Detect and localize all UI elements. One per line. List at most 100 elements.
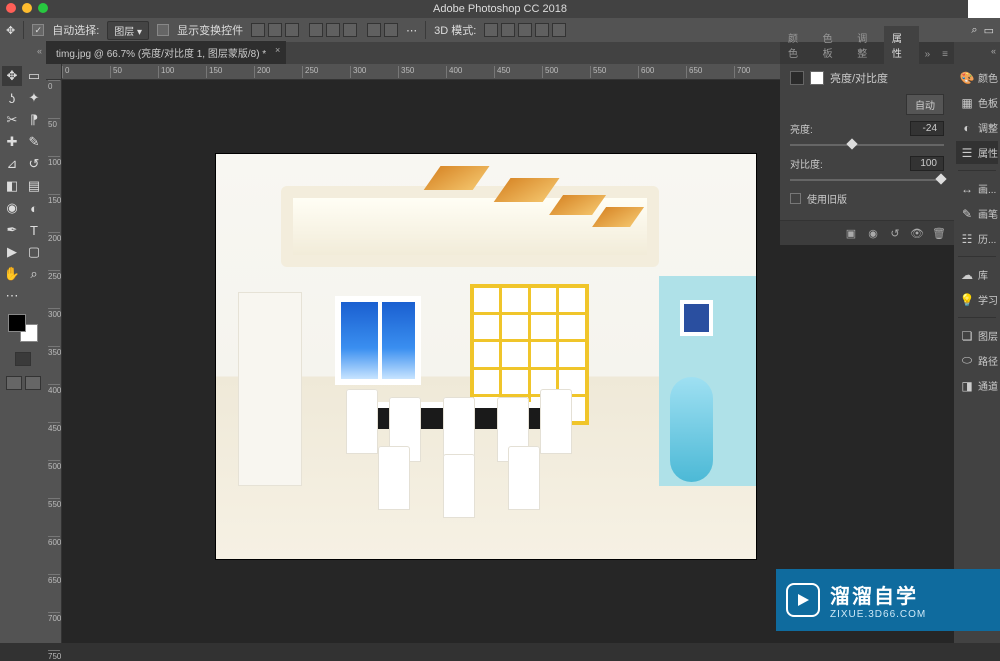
eyedropper-tool[interactable]: ⁋ xyxy=(24,110,44,130)
mask-icon[interactable] xyxy=(810,71,824,85)
fullscreen-window-icon[interactable] xyxy=(38,3,48,13)
legacy-checkbox[interactable] xyxy=(790,193,801,204)
delete-adjustment-icon[interactable]: 🗑 xyxy=(932,227,946,239)
ruler-origin[interactable] xyxy=(46,64,62,80)
auto-select-dropdown[interactable]: 图层 ▾ xyxy=(107,21,149,40)
brushes-icon: ✎ xyxy=(960,207,974,221)
pen-tool[interactable]: ✒ xyxy=(2,220,22,240)
quick-select-tool[interactable]: ✦ xyxy=(24,88,44,108)
brightness-input[interactable]: -24 xyxy=(910,121,944,136)
expand-dock-icon[interactable]: « xyxy=(991,46,996,56)
panel-menu-icon[interactable]: ≡ xyxy=(936,45,954,64)
toggle-visibility-icon[interactable]: 👁 xyxy=(910,227,924,239)
dock-learn[interactable]: 💡学习 xyxy=(956,288,998,311)
color-swatches[interactable] xyxy=(8,314,38,342)
align-bottom-icon[interactable] xyxy=(285,23,299,37)
ruler-tick: 200 xyxy=(48,232,60,243)
tab-swatches[interactable]: 色板 xyxy=(815,26,850,64)
roll-3d-icon[interactable] xyxy=(501,23,515,37)
collapsed-panel-dock: « 🎨颜色 ▦色板 ◐调整 ☰属性 ↔画... ✎画笔 ☷历... ☁库 💡学习… xyxy=(954,42,1000,643)
window-traffic-lights[interactable] xyxy=(6,3,48,13)
dock-color[interactable]: 🎨颜色 xyxy=(956,66,998,89)
contrast-input[interactable]: 100 xyxy=(910,156,944,171)
view-previous-icon[interactable]: ◉ xyxy=(866,227,880,239)
ruler-tick: 350 xyxy=(48,346,60,357)
collapse-tools-icon[interactable]: « xyxy=(37,46,42,56)
quickmask-icon[interactable] xyxy=(15,352,31,366)
dock-paths[interactable]: ⬭路径 xyxy=(956,349,998,372)
auto-select-checkbox[interactable]: ✓ xyxy=(32,24,44,36)
panel-expand-icon[interactable]: » xyxy=(919,45,937,64)
gradient-tool[interactable]: ▤ xyxy=(24,176,44,196)
dock-layers[interactable]: ❏图层 xyxy=(956,324,998,347)
type-tool[interactable]: T xyxy=(24,220,44,240)
distribute-h-icon[interactable] xyxy=(367,23,381,37)
image-content xyxy=(216,154,756,559)
brightness-slider[interactable] xyxy=(790,140,944,150)
minimize-window-icon[interactable] xyxy=(22,3,32,13)
move-tool[interactable]: ✥ xyxy=(2,66,22,86)
pan-3d-icon[interactable] xyxy=(518,23,532,37)
screenmode-full-icon[interactable] xyxy=(25,376,41,390)
edit-toolbar[interactable]: ⋯ xyxy=(2,286,22,306)
clone-stamp-tool[interactable]: ⊿ xyxy=(2,154,22,174)
contrast-slider[interactable] xyxy=(790,175,944,185)
align-right-icon[interactable] xyxy=(343,23,357,37)
eraser-tool[interactable]: ◧ xyxy=(2,176,22,196)
orbit-3d-icon[interactable] xyxy=(484,23,498,37)
move-tool-icon: ✥ xyxy=(6,24,15,37)
dock-adjust[interactable]: ◐调整 xyxy=(956,116,998,139)
document-tab[interactable]: timg.jpg @ 66.7% (亮度/对比度 1, 图层蒙版/8) * × xyxy=(46,40,286,64)
dock-brushes[interactable]: ✎画笔 xyxy=(956,202,998,225)
clip-to-layer-icon[interactable]: ▣ xyxy=(844,227,858,239)
history-brush-tool[interactable]: ↺ xyxy=(24,154,44,174)
ruler-vertical[interactable]: 0501001502002503003504004505005506006507… xyxy=(46,80,62,643)
image-region xyxy=(443,454,475,519)
brush-tool[interactable]: ✎ xyxy=(24,132,44,152)
transform-controls-checkbox[interactable] xyxy=(157,24,169,36)
distribute-v-icon[interactable] xyxy=(384,23,398,37)
swatches-icon: ▦ xyxy=(960,96,974,110)
dock-brush[interactable]: ↔画... xyxy=(956,177,998,200)
overflow-icon[interactable]: ⋯ xyxy=(406,24,417,37)
workspace-icon[interactable]: ▭ xyxy=(984,24,994,37)
dock-history[interactable]: ☷历... xyxy=(956,227,998,250)
dodge-tool[interactable]: ◐ xyxy=(24,198,44,218)
crop-tool[interactable]: ✂ xyxy=(2,110,22,130)
marquee-tool[interactable]: ▭ xyxy=(24,66,44,86)
align-top-icon[interactable] xyxy=(251,23,265,37)
close-window-icon[interactable] xyxy=(6,3,16,13)
hand-tool[interactable]: ✋ xyxy=(2,264,22,284)
close-tab-icon[interactable]: × xyxy=(275,45,280,55)
ruler-tick: 700 xyxy=(734,66,750,78)
shape-tool[interactable]: ▢ xyxy=(24,242,44,262)
foreground-color-swatch[interactable] xyxy=(8,314,26,332)
search-icon[interactable]: ⌕ xyxy=(971,24,977,37)
dock-libraries[interactable]: ☁库 xyxy=(956,263,998,286)
dock-properties[interactable]: ☰属性 xyxy=(956,141,998,164)
slide-3d-icon[interactable] xyxy=(535,23,549,37)
zoom-3d-icon[interactable] xyxy=(552,23,566,37)
dock-channels[interactable]: ◨通道 xyxy=(956,374,998,397)
image-region xyxy=(670,377,713,482)
canvas-document[interactable] xyxy=(216,154,756,559)
align-vcenter-icon[interactable] xyxy=(268,23,282,37)
ruler-tick: 700 xyxy=(48,612,60,623)
auto-button[interactable]: 自动 xyxy=(906,94,944,115)
spot-heal-tool[interactable]: ✚ xyxy=(2,132,22,152)
path-select-tool[interactable]: ▶ xyxy=(2,242,22,262)
ruler-tick: 300 xyxy=(350,66,366,78)
image-region xyxy=(540,389,572,454)
mode3d-buttons xyxy=(484,23,566,37)
dock-swatches[interactable]: ▦色板 xyxy=(956,91,998,114)
tab-properties[interactable]: 属性 xyxy=(884,26,919,64)
align-left-icon[interactable] xyxy=(309,23,323,37)
align-hcenter-icon[interactable] xyxy=(326,23,340,37)
lasso-tool[interactable]: ʖ xyxy=(2,88,22,108)
reset-icon[interactable]: ↺ xyxy=(888,227,902,239)
tab-color[interactable]: 颜色 xyxy=(780,26,815,64)
tab-adjustments[interactable]: 调整 xyxy=(849,26,884,64)
screenmode-standard-icon[interactable] xyxy=(6,376,22,390)
blur-tool[interactable]: ◉ xyxy=(2,198,22,218)
zoom-tool[interactable]: ⌕ xyxy=(24,264,44,284)
